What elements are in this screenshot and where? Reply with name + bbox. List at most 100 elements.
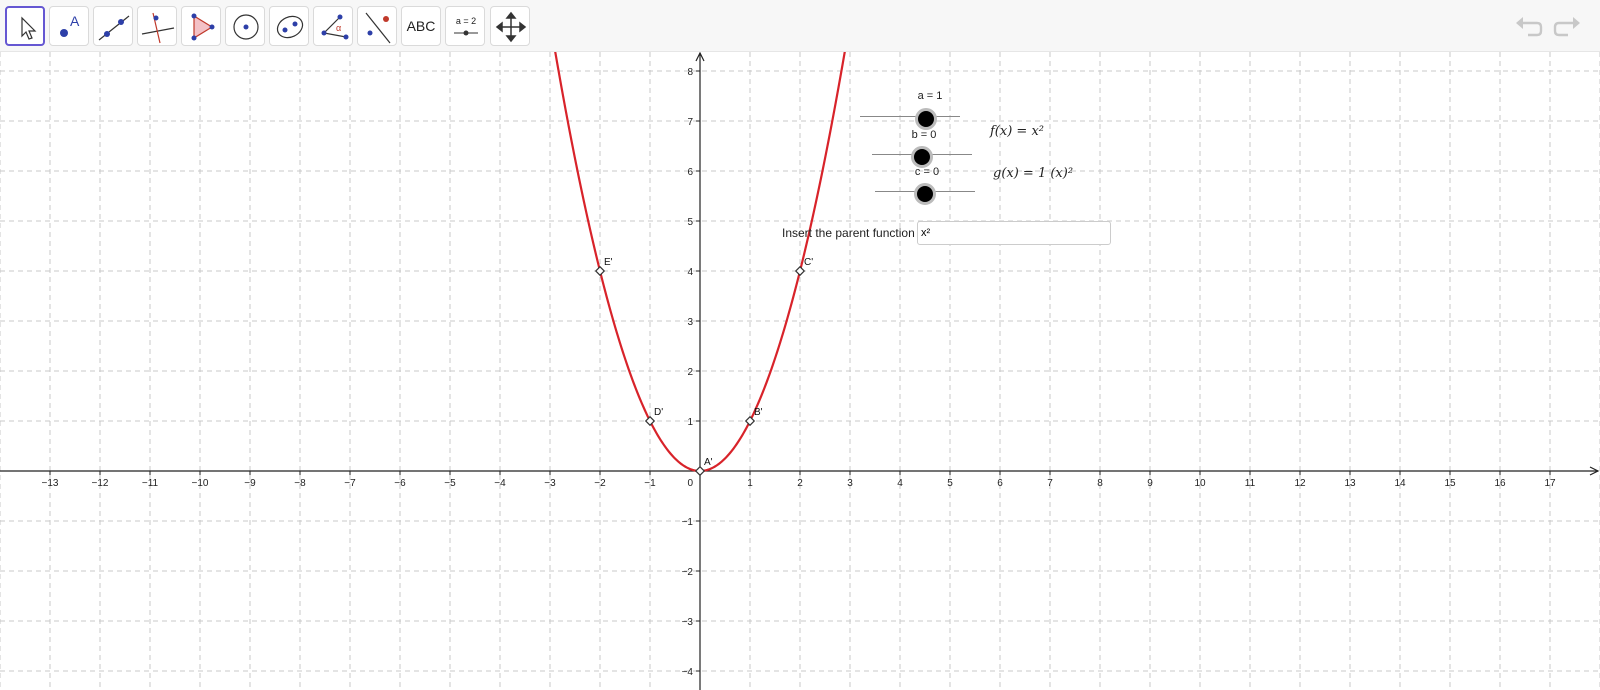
text-icon: ABC — [406, 18, 436, 34]
slider-a-knob[interactable] — [915, 108, 937, 130]
x-tick-label: −12 — [92, 478, 109, 489]
line-icon — [98, 15, 130, 41]
x-tick-label: 3 — [847, 478, 853, 489]
y-tick-label: 2 — [687, 367, 693, 378]
point-icon: A — [60, 13, 80, 37]
slider-c-label: c = 0 — [914, 166, 940, 178]
slider-tool[interactable]: a = 2 — [445, 6, 485, 46]
y-tick-label: 6 — [687, 167, 693, 178]
point-label: E' — [604, 257, 613, 268]
y-tick-label: 5 — [687, 217, 693, 228]
move-tool[interactable] — [5, 6, 45, 46]
undo-icon[interactable] — [1514, 12, 1544, 40]
x-tick-label: 8 — [1097, 478, 1103, 489]
x-tick-label: −5 — [444, 478, 456, 489]
svg-text:α: α — [336, 23, 341, 33]
y-tick-label: −4 — [682, 667, 694, 678]
slider-c-knob[interactable] — [914, 183, 936, 205]
axes — [0, 52, 1600, 690]
point-marker — [744, 415, 756, 427]
ellipse-tool[interactable] — [269, 6, 309, 46]
parent-function-input[interactable] — [917, 221, 1111, 245]
x-tick-label: 15 — [1444, 478, 1456, 489]
toolbar: A α ABC a = 2 — [0, 0, 1600, 52]
graphics-view[interactable]: −13 −12 −11 −10 −9 −8 −7 −6 −5 −4 −3 −2 −1 1 2 3 4 5 6 7 8 9 1… — [0, 52, 1600, 690]
circle-icon — [233, 14, 259, 40]
slider-tool-label: a = 2 — [456, 16, 476, 26]
point-label: D' — [654, 407, 663, 418]
x-tick-label: −4 — [494, 478, 506, 489]
x-tick-label: −8 — [294, 478, 306, 489]
point-label: A' — [704, 457, 713, 468]
x-tick-label: 9 — [1147, 478, 1153, 489]
x-tick-label: 1 — [747, 478, 753, 489]
polygon-tool[interactable] — [181, 6, 221, 46]
slider-b-label: b = 0 — [911, 129, 937, 141]
slider-a-track — [860, 116, 960, 117]
grid — [0, 52, 1600, 690]
x-tick-label: 17 — [1544, 478, 1556, 489]
circle-tool[interactable] — [225, 6, 265, 46]
x-tick-label: −10 — [192, 478, 209, 489]
perpendicular-icon — [141, 12, 175, 44]
angle-icon: α — [321, 14, 349, 40]
x-tick-label: −13 — [42, 478, 59, 489]
ellipse-icon — [276, 15, 304, 39]
y-tick-label: 3 — [687, 317, 693, 328]
x-tick-label: −1 — [644, 478, 656, 489]
move-graphics-icon — [495, 11, 527, 43]
point-marker — [694, 465, 706, 477]
polygon-icon — [191, 13, 215, 41]
x-tick-label: 5 — [947, 478, 953, 489]
point-tool[interactable]: A — [49, 6, 89, 46]
y-tick-label: −2 — [682, 567, 694, 578]
slider-icon: a = 2 — [454, 16, 478, 36]
y-tick-label: −1 — [682, 517, 694, 528]
x-tick-label: −6 — [394, 478, 406, 489]
angle-tool[interactable]: α — [313, 6, 353, 46]
function-f-text: f(x) = x² — [990, 124, 1044, 139]
x-tick-label: 6 — [997, 478, 1003, 489]
point-label: B' — [754, 407, 763, 418]
x-tick-label: 7 — [1047, 478, 1053, 489]
x-tick-label: 14 — [1394, 478, 1406, 489]
slider-c[interactable] — [875, 182, 975, 205]
slider-b-knob[interactable] — [911, 146, 933, 168]
point-label: C' — [804, 257, 813, 268]
point-marker — [794, 265, 806, 277]
line-tool[interactable] — [93, 6, 133, 46]
y-tick-label: 8 — [687, 67, 693, 78]
x-tick-label: 16 — [1494, 478, 1506, 489]
pointer-icon — [21, 16, 37, 40]
slider-a[interactable] — [860, 107, 960, 130]
y-tick-label: −3 — [682, 617, 694, 628]
function-g-text: g(x) = 1 (x)² — [993, 166, 1074, 181]
move-graphics-tool[interactable] — [490, 6, 530, 46]
x-tick-label: −9 — [244, 478, 256, 489]
input-label: Insert the parent function — [782, 226, 915, 240]
text-tool[interactable]: ABC — [401, 6, 441, 46]
perpendicular-tool[interactable] — [137, 6, 177, 46]
y-tick-label: 1 — [687, 417, 693, 428]
x-tick-label: −11 — [142, 478, 159, 489]
x-tick-label: −7 — [344, 478, 356, 489]
x-tick-label: 10 — [1194, 478, 1206, 489]
y-tick-label: 4 — [687, 267, 693, 278]
reflect-icon — [365, 12, 391, 44]
x-tick-label: 4 — [897, 478, 903, 489]
point-marker — [644, 415, 656, 427]
y-tick-label: 7 — [687, 117, 693, 128]
x-tick-label: 13 — [1344, 478, 1356, 489]
slider-a-label: a = 1 — [917, 90, 943, 102]
x-tick-label: −3 — [544, 478, 556, 489]
x-tick-label: 11 — [1245, 478, 1256, 489]
point-marker — [594, 265, 606, 277]
slider-b[interactable] — [872, 145, 972, 168]
x-tick-label: −2 — [594, 478, 606, 489]
redo-icon[interactable] — [1552, 12, 1582, 40]
x-tick-label: 2 — [797, 478, 803, 489]
tick-labels: −13 −12 −11 −10 −9 −8 −7 −6 −5 −4 −3 −2 −1 1 2 3 4 5 6 7 8 9 1… — [42, 67, 1556, 678]
reflect-tool[interactable] — [357, 6, 397, 46]
x-tick-label: 12 — [1294, 478, 1306, 489]
origin-label: 0 — [687, 478, 693, 489]
